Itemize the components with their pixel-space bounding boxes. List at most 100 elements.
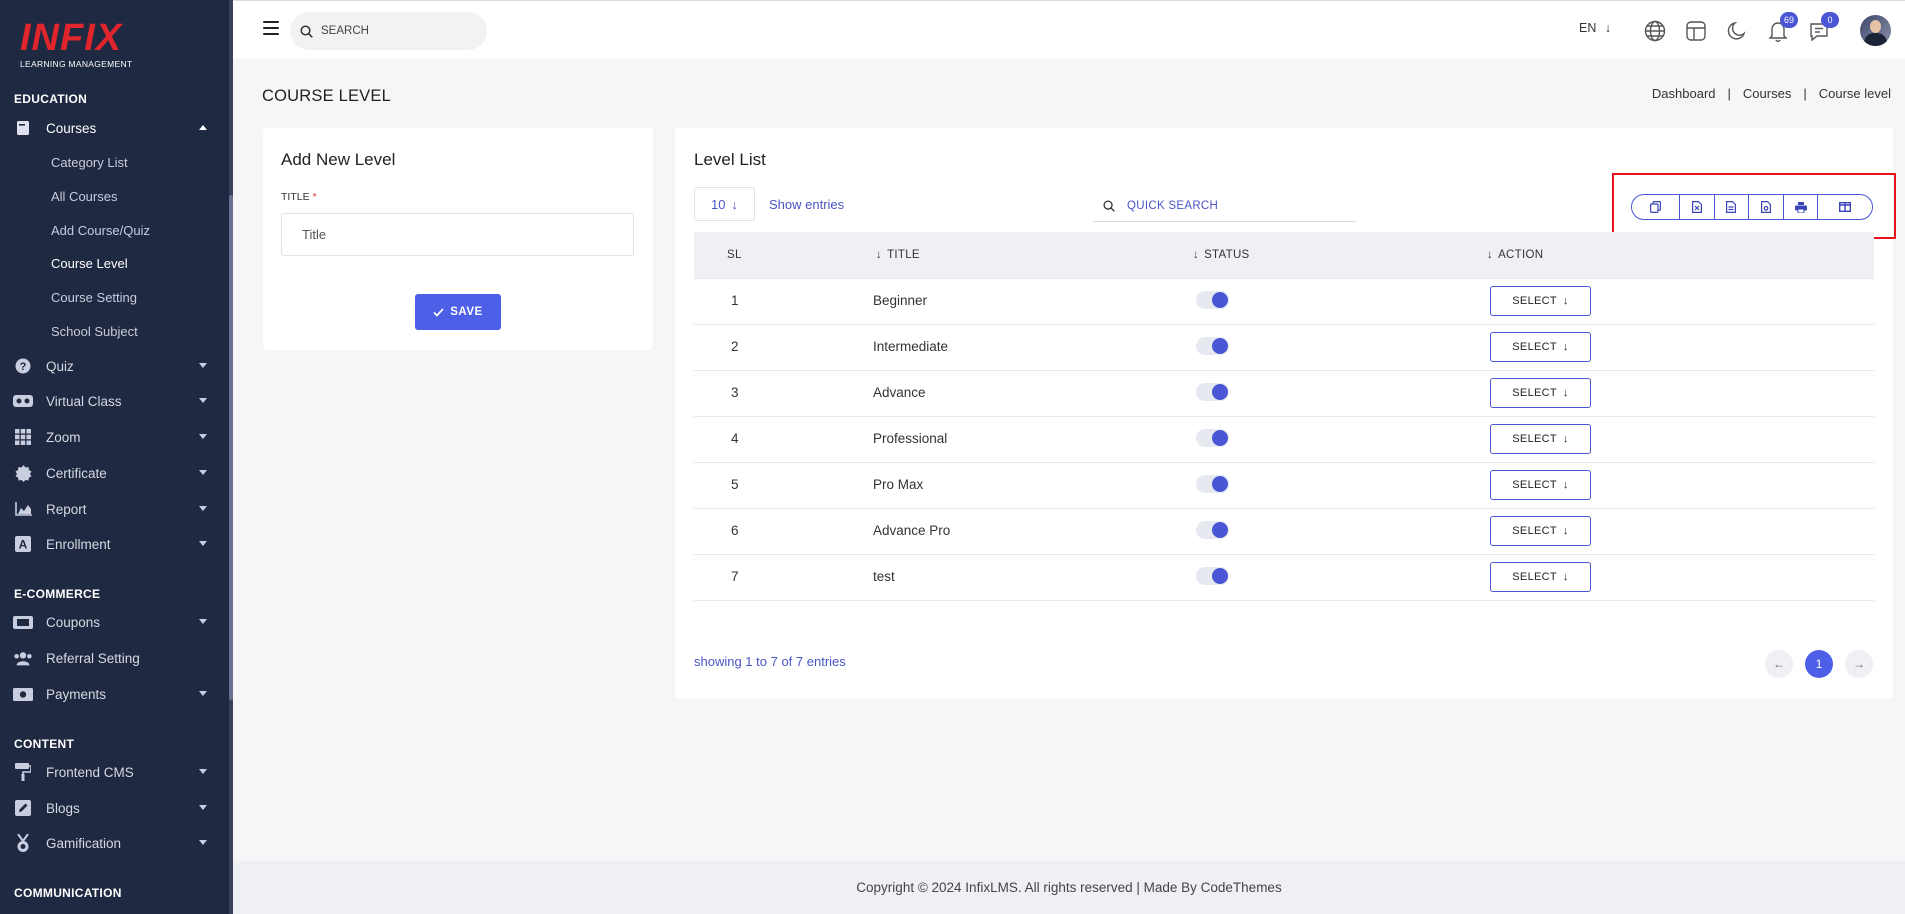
sidebar-item-certificate[interactable]: Certificate xyxy=(0,458,229,488)
sidebar-item-referral-setting[interactable]: Referral Setting xyxy=(0,643,229,673)
status-toggle[interactable] xyxy=(1196,567,1229,585)
notification-bell-icon[interactable]: 69 xyxy=(1766,12,1798,43)
show-entries-label: Show entries xyxy=(769,197,845,212)
layout-icon[interactable] xyxy=(1684,19,1708,43)
brand-logo[interactable]: INFIX LEARNING MANAGEMENT xyxy=(20,18,170,70)
pdf-button[interactable] xyxy=(1749,195,1784,219)
caret-down-icon xyxy=(199,434,207,439)
save-button[interactable]: SAVE xyxy=(415,294,501,330)
table-row: 2 Intermediate SELECT ↓ xyxy=(694,325,1874,371)
column-header-sl[interactable]: SL xyxy=(727,249,742,261)
status-toggle[interactable] xyxy=(1196,429,1229,447)
search-icon xyxy=(1103,199,1115,212)
sidebar-subitem-course-level[interactable]: Course Level xyxy=(51,256,128,271)
status-toggle[interactable] xyxy=(1196,337,1229,355)
row-select-button[interactable]: SELECT ↓ xyxy=(1490,562,1591,592)
dark-mode-moon-icon[interactable] xyxy=(1725,19,1749,43)
status-toggle[interactable] xyxy=(1196,291,1229,309)
row-select-button[interactable]: SELECT ↓ xyxy=(1490,470,1591,500)
sort-arrow-icon: ↓ xyxy=(876,249,883,261)
column-visibility-button[interactable] xyxy=(1818,195,1872,219)
previous-page-button[interactable]: ← xyxy=(1765,650,1793,678)
title-field-label: TITLE * xyxy=(281,191,317,203)
breadcrumb-dashboard[interactable]: Dashboard xyxy=(1652,86,1716,101)
svg-text:A: A xyxy=(19,538,28,552)
sidebar-subitem-category-list[interactable]: Category List xyxy=(51,155,128,170)
select-label: SELECT xyxy=(1512,525,1557,537)
sidebar-item-label: Referral Setting xyxy=(46,650,140,666)
table-row: 1 Beginner SELECT ↓ xyxy=(694,279,1874,325)
entries-per-page-select[interactable]: 10 ↓ xyxy=(694,187,755,221)
level-title-input[interactable] xyxy=(281,213,634,256)
row-sl: 5 xyxy=(731,477,739,492)
badge-certificate-icon xyxy=(13,464,33,482)
messages-icon[interactable]: 0 xyxy=(1807,12,1839,43)
header-search-input[interactable] xyxy=(321,25,471,37)
check-icon xyxy=(433,307,444,317)
medal-icon xyxy=(13,833,33,852)
column-header-label: TITLE xyxy=(887,249,920,261)
sidebar-item-frontend-cms[interactable]: Frontend CMS xyxy=(0,757,229,787)
sidebar-item-gamification[interactable]: Gamification xyxy=(0,828,229,858)
sidebar-item-blogs[interactable]: Blogs xyxy=(0,793,229,823)
sidebar-item-enrollment[interactable]: A Enrollment xyxy=(0,529,229,559)
caret-down-icon xyxy=(199,398,207,403)
arrow-down-icon: ↓ xyxy=(731,196,738,212)
sidebar-item-report[interactable]: Report xyxy=(0,494,229,524)
caret-down-icon xyxy=(199,691,207,696)
sidebar-subitem-school-subject[interactable]: School Subject xyxy=(51,324,138,339)
copy-icon xyxy=(1650,201,1661,213)
column-header-status[interactable]: ↓ STATUS xyxy=(1193,249,1250,261)
sidebar-item-label: Courses xyxy=(46,120,97,136)
row-title: Advance Pro xyxy=(873,523,951,538)
arrow-left-icon: ← xyxy=(1773,657,1785,671)
row-select-button[interactable]: SELECT ↓ xyxy=(1490,516,1591,546)
sidebar-item-courses[interactable]: Courses xyxy=(0,113,229,143)
sidebar-item-virtual-class[interactable]: Virtual Class xyxy=(0,386,229,416)
caret-up-icon xyxy=(199,125,207,130)
sidebar: INFIX LEARNING MANAGEMENT EDUCATION Cour… xyxy=(0,0,233,914)
hamburger-menu-icon[interactable] xyxy=(263,21,279,35)
sidebar-item-payments[interactable]: Payments xyxy=(0,679,229,709)
csv-file-icon xyxy=(1691,201,1702,213)
status-toggle[interactable] xyxy=(1196,475,1229,493)
message-count-badge: 0 xyxy=(1821,12,1839,28)
sidebar-item-zoom[interactable]: Zoom xyxy=(0,422,229,452)
status-toggle[interactable] xyxy=(1196,521,1229,539)
row-select-button[interactable]: SELECT ↓ xyxy=(1490,378,1591,408)
caret-down-icon xyxy=(199,541,207,546)
page-1-button[interactable]: 1 xyxy=(1805,650,1833,678)
language-selector[interactable]: EN ↓ xyxy=(1579,21,1611,35)
user-avatar[interactable] xyxy=(1860,15,1891,46)
sidebar-subitem-course-setting[interactable]: Course Setting xyxy=(51,290,137,305)
row-sl: 7 xyxy=(731,569,739,584)
header-search[interactable] xyxy=(290,12,487,50)
globe-icon[interactable] xyxy=(1643,19,1667,43)
notification-count-badge: 69 xyxy=(1780,12,1798,28)
sidebar-item-coupons[interactable]: Coupons xyxy=(0,607,229,637)
column-header-title[interactable]: ↓ TITLE xyxy=(876,249,920,261)
sidebar-subitem-add-course-quiz[interactable]: Add Course/Quiz xyxy=(51,223,150,238)
sidebar-scrollbar-thumb[interactable] xyxy=(229,195,233,700)
row-select-button[interactable]: SELECT ↓ xyxy=(1490,424,1591,454)
row-select-button[interactable]: SELECT ↓ xyxy=(1490,286,1591,316)
section-title-communication: COMMUNICATION xyxy=(14,886,122,900)
row-select-button[interactable]: SELECT ↓ xyxy=(1490,332,1591,362)
next-page-button[interactable]: → xyxy=(1845,650,1873,678)
print-button[interactable] xyxy=(1784,195,1819,219)
language-label: EN xyxy=(1579,21,1597,35)
sidebar-item-quiz[interactable]: ? Quiz xyxy=(0,351,229,381)
csv-button[interactable] xyxy=(1680,195,1715,219)
row-title: Beginner xyxy=(873,293,928,308)
column-header-label: STATUS xyxy=(1204,249,1250,261)
status-toggle[interactable] xyxy=(1196,383,1229,401)
excel-button[interactable] xyxy=(1715,195,1750,219)
page-number: 1 xyxy=(1815,657,1823,671)
table-row: 4 Professional SELECT ↓ xyxy=(694,417,1874,463)
copy-button[interactable] xyxy=(1632,195,1680,219)
sidebar-subitem-all-courses[interactable]: All Courses xyxy=(51,189,117,204)
column-header-action[interactable]: ↓ ACTION xyxy=(1487,249,1543,261)
select-label: SELECT xyxy=(1512,479,1557,491)
breadcrumb-courses[interactable]: Courses xyxy=(1743,86,1791,101)
quick-search[interactable]: QUICK SEARCH xyxy=(1093,190,1356,222)
